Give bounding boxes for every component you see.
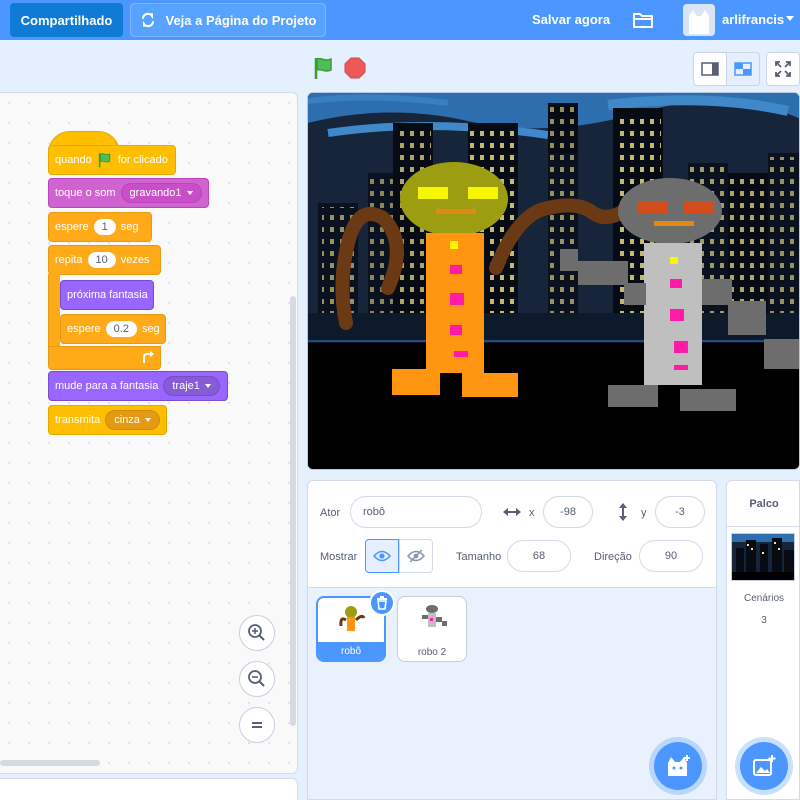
sound-dropdown[interactable]: gravando1: [120, 183, 202, 203]
wait-block-inner[interactable]: espere 0.2 seg: [60, 314, 166, 344]
play-sound-block[interactable]: toque o som gravando1: [48, 178, 209, 208]
zoom-in-button[interactable]: [239, 615, 275, 651]
avatar[interactable]: [683, 4, 715, 36]
zoom-reset-button[interactable]: [239, 707, 275, 743]
stage-scene: [308, 93, 799, 469]
sprite-info-panel: Ator robô x -98 y -3 Mostrar Tamanho 68 …: [307, 480, 717, 588]
normal-stage-icon: [734, 62, 752, 76]
eye-icon: [373, 550, 391, 562]
image-add-icon: [753, 755, 776, 776]
stage-selector-title: Palco: [727, 481, 800, 527]
play-sound-label: toque o som: [55, 187, 116, 199]
backdrops-label: Cenários: [743, 593, 785, 604]
eye-hidden-icon: [407, 549, 425, 563]
wait-label: espere: [55, 221, 89, 233]
backdrop-thumbnail: [731, 533, 795, 581]
wait-seconds-input[interactable]: 0.2: [105, 321, 137, 337]
next-costume-label: próxima fantasia: [67, 289, 148, 301]
broadcast-block[interactable]: transmita cinza: [48, 405, 167, 435]
zoom-out-icon: [248, 670, 265, 687]
username[interactable]: arlifrancis: [722, 12, 784, 27]
small-stage-icon: [701, 62, 719, 76]
direction-label: Direção: [594, 551, 632, 563]
direction-input[interactable]: 90: [639, 540, 703, 572]
show-label: Mostrar: [320, 551, 358, 563]
dropdown-caret-icon: [144, 418, 151, 422]
stop-icon[interactable]: [344, 57, 366, 79]
y-position-input[interactable]: -3: [655, 496, 705, 528]
hide-sprite-button[interactable]: [399, 539, 433, 573]
see-project-label: Veja a Página do Projeto: [165, 12, 317, 28]
clicked-label: for clicado: [117, 154, 168, 166]
broadcast-dropdown[interactable]: cinza: [105, 410, 160, 430]
menu-bar: Compartilhado Veja a Página do Projeto S…: [0, 0, 800, 40]
green-flag-icon: [98, 153, 110, 168]
fullscreen-icon: [775, 61, 791, 77]
save-now-button[interactable]: Salvar agora: [532, 12, 610, 27]
switch-costume-label: mude para a fantasia: [55, 380, 159, 392]
zoom-out-button[interactable]: [239, 661, 275, 697]
size-input[interactable]: 68: [507, 540, 571, 572]
costume-dropdown[interactable]: traje1: [163, 376, 220, 396]
green-flag-icon[interactable]: [312, 56, 336, 80]
when-flag-clicked-block[interactable]: quando for clicado: [48, 145, 176, 175]
small-stage-button[interactable]: [693, 52, 727, 86]
add-backdrop-button[interactable]: [740, 742, 788, 790]
sprite-tile-label: robo 2: [417, 646, 447, 658]
user-menu-caret-icon[interactable]: [786, 16, 794, 21]
x-label: x: [529, 507, 535, 519]
backdrops-count: 3: [761, 615, 767, 626]
folder-icon[interactable]: [632, 10, 654, 30]
switch-costume-block[interactable]: mude para a fantasia traje1: [48, 371, 228, 401]
wait-seconds-input[interactable]: 1: [93, 219, 116, 235]
share-button-label: Compartilhado: [20, 12, 113, 28]
next-costume-block[interactable]: próxima fantasia: [60, 280, 154, 310]
add-sprite-button[interactable]: [654, 742, 702, 790]
size-label: Tamanho: [456, 551, 502, 563]
repeat-count-input[interactable]: 10: [87, 252, 116, 268]
sprite-thumbnail: [339, 606, 366, 631]
y-arrows-icon: [619, 503, 627, 521]
sound-value: gravando1: [129, 187, 182, 199]
broadcast-label: transmita: [55, 414, 101, 426]
loop-arrow-icon: [143, 351, 154, 363]
share-button[interactable]: Compartilhado: [10, 3, 123, 37]
when-label: quando: [55, 154, 92, 166]
stage[interactable]: [307, 92, 800, 470]
zoom-in-icon: [248, 624, 265, 641]
repeat-label: repita: [55, 254, 83, 266]
repeat-block-arm: [48, 274, 60, 348]
wait-label: espere: [67, 323, 101, 335]
normal-stage-button[interactable]: [726, 52, 760, 86]
x-position-input[interactable]: -98: [543, 496, 593, 528]
show-sprite-button[interactable]: [365, 539, 399, 573]
sprite-name-label: Ator: [320, 507, 341, 519]
repeat-block[interactable]: repita 10 vezes: [48, 245, 161, 275]
cat-add-icon: [668, 755, 690, 776]
costume-value: traje1: [172, 380, 200, 392]
code-area-bottom: [0, 778, 298, 800]
delete-sprite-button[interactable]: [369, 590, 395, 616]
swap-icon: [141, 12, 154, 28]
broadcast-value: cinza: [114, 414, 140, 426]
see-project-page-button[interactable]: Veja a Página do Projeto: [130, 3, 326, 37]
wait-block[interactable]: espere 1 seg: [48, 212, 152, 242]
fullscreen-button[interactable]: [766, 52, 800, 86]
y-label: y: [641, 507, 647, 519]
x-arrows-icon: [503, 508, 521, 516]
sprite-thumbnail: [422, 605, 447, 627]
repeat-block-foot[interactable]: [48, 346, 161, 370]
equals-icon: [252, 722, 262, 728]
dropdown-caret-icon: [186, 191, 193, 195]
repeat-unit: vezes: [120, 254, 150, 266]
sprite-tile-robo-2[interactable]: robo 2: [397, 596, 467, 662]
code-vertical-scrollbar[interactable]: [290, 296, 296, 726]
dropdown-caret-icon: [204, 384, 211, 388]
wait-unit: seg: [141, 323, 160, 335]
sprite-tile-label: robô: [318, 642, 384, 660]
code-horizontal-scrollbar[interactable]: [0, 760, 100, 766]
wait-unit: seg: [120, 221, 139, 233]
sprite-name-input[interactable]: robô: [350, 496, 482, 528]
trash-icon: [377, 596, 387, 610]
